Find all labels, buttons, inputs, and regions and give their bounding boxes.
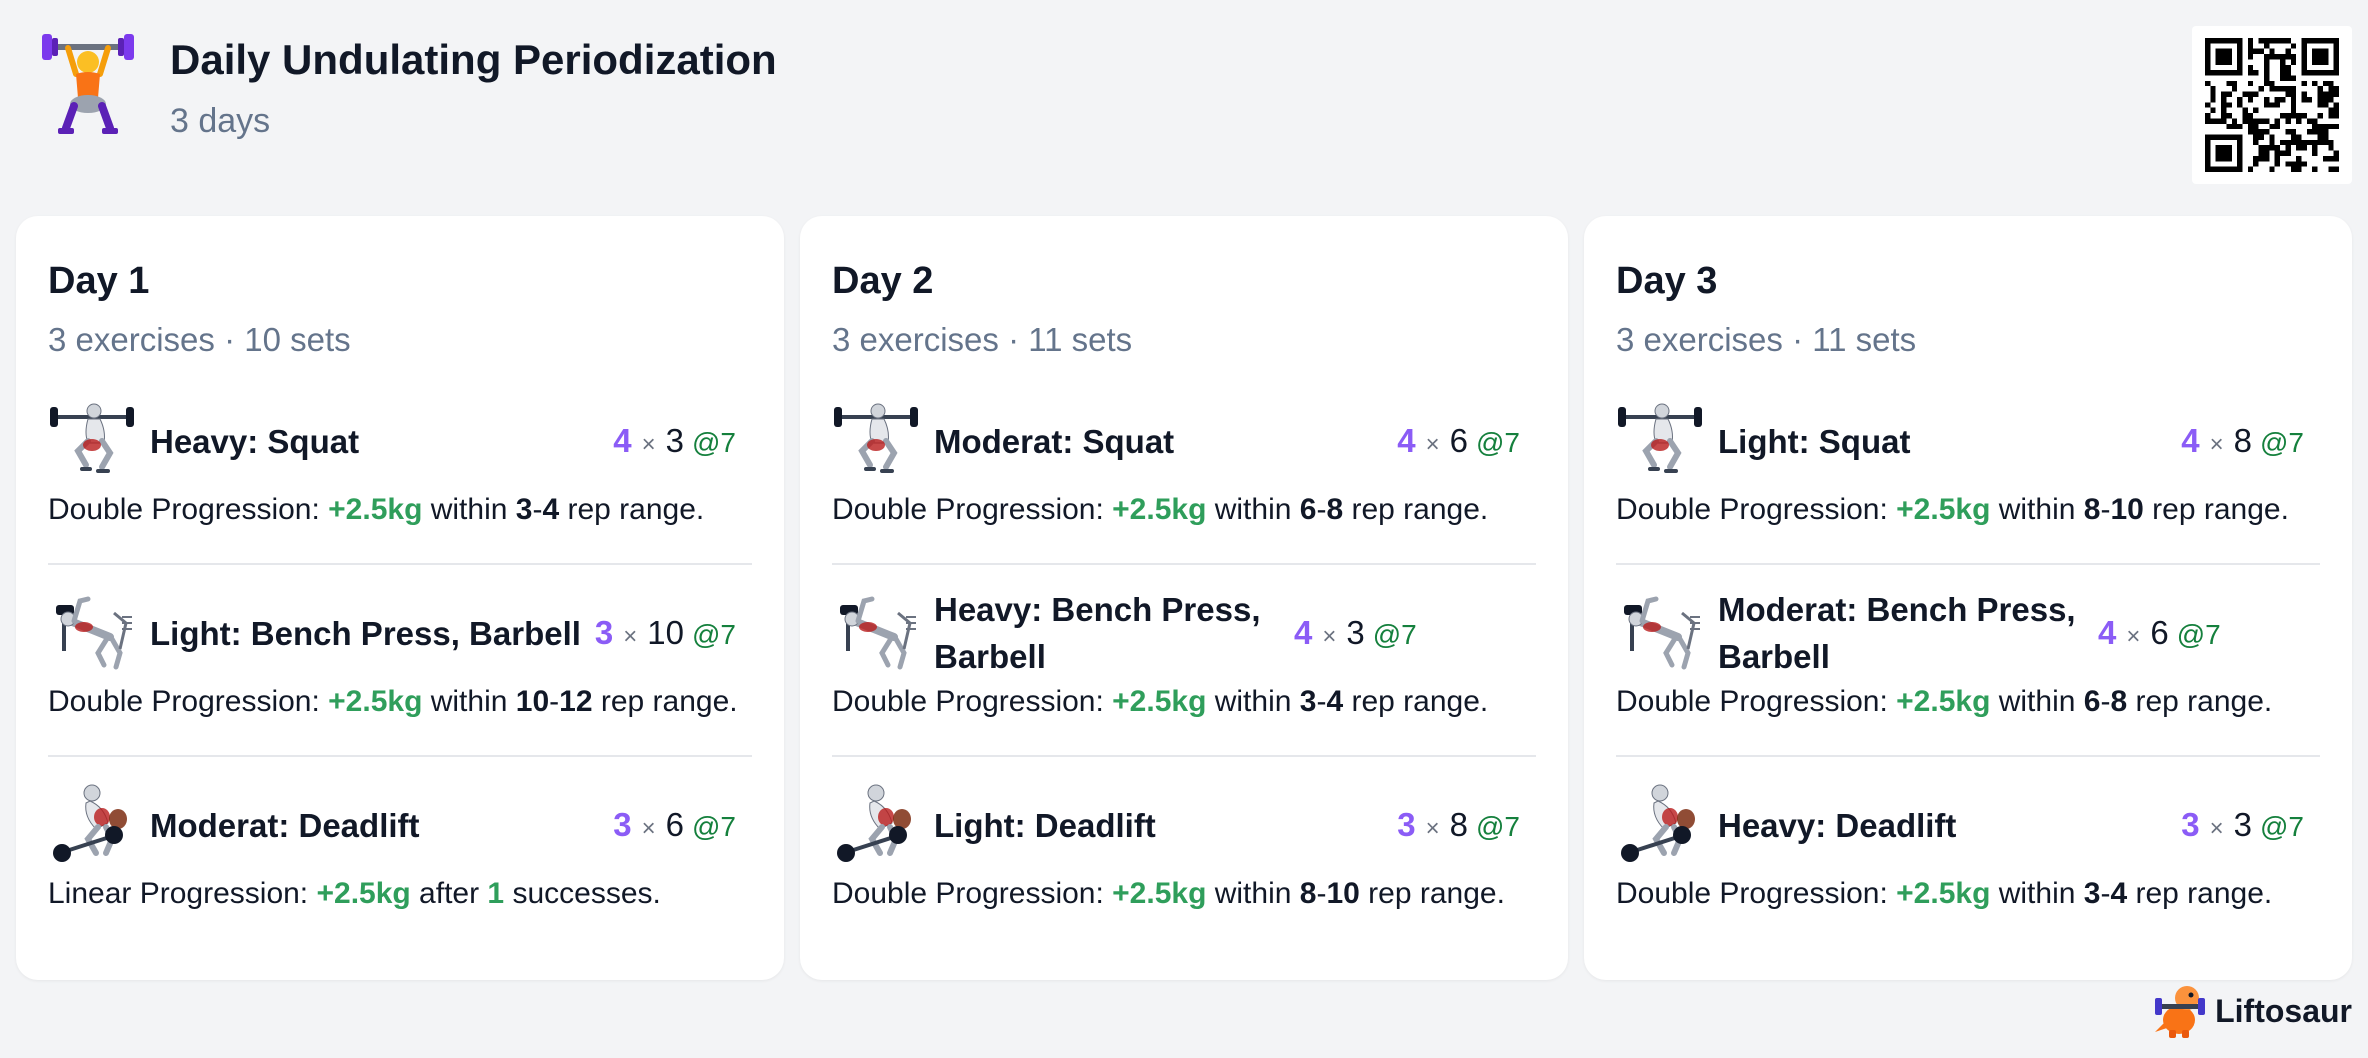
sets-reps: 4 × 6 @7 — [2098, 614, 2221, 651]
progression-text: Double Progression: +2.5kg within 6-8 re… — [1616, 685, 2273, 718]
sets-count: 4 — [2181, 422, 2200, 459]
reps-count: 3 — [2233, 806, 2252, 843]
sets-count: 4 — [2098, 614, 2117, 651]
rpe-value: @7 — [692, 619, 736, 650]
day-title: Day 1 — [48, 260, 150, 302]
bench-press-icon — [832, 591, 920, 675]
program-header: Daily Undulating Periodization 3 days — [38, 30, 777, 141]
qr-code[interactable] — [2192, 26, 2352, 184]
day-summary: 3 exercises · 11 sets — [1616, 321, 1917, 358]
day-card: Day 2 3 exercises · 11 sets Moderat: Squ… — [800, 216, 1568, 980]
exercise-item[interactable]: Light: Squat 4 × 8 @7 Double Progression: +… — [1616, 393, 2320, 563]
rpe-value: @7 — [2260, 811, 2304, 842]
exercise-name: Moderat: Squat — [934, 422, 1175, 460]
rpe-value: @7 — [692, 427, 736, 458]
squat-icon — [1616, 399, 1704, 483]
reps-count: 6 — [665, 806, 684, 843]
exercise-item[interactable]: Moderat: Bench Press, Barbell 4 × 6 @7 Doub… — [1616, 563, 2320, 755]
reps-count: 8 — [1449, 806, 1468, 843]
dinosaur-icon — [2155, 986, 2206, 1038]
rpe-value: @7 — [692, 811, 736, 842]
reps-count: 3 — [1346, 614, 1365, 651]
sets-reps: 4 × 3 @7 — [613, 422, 736, 459]
exercise-item[interactable]: Heavy: Bench Press, Barbell 4 × 3 @7 Double… — [832, 563, 1536, 755]
deadlift-icon — [1616, 783, 1704, 867]
deadlift-icon — [48, 783, 136, 867]
rpe-value: @7 — [2176, 619, 2221, 650]
reps-count: 3 — [665, 422, 684, 459]
day-summary: 3 exercises · 10 sets — [48, 321, 351, 358]
brand-logo[interactable]: Liftosaur — [2153, 982, 2352, 1040]
exercise-item[interactable]: Moderat: Squat 4 × 6 @7 Double Progression:… — [832, 393, 1536, 563]
exercise-name: Heavy: Deadlift — [1718, 806, 1957, 844]
squat-icon — [832, 399, 920, 483]
rpe-value: @7 — [1476, 427, 1520, 458]
sets-count: 3 — [613, 806, 632, 843]
progression-text: Double Progression: +2.5kg within 3-4 re… — [1616, 877, 2273, 910]
day-card: Day 1 3 exercises · 10 sets Heavy: Squat… — [16, 216, 784, 980]
sets-count: 4 — [613, 422, 632, 459]
reps-count: 8 — [2233, 422, 2252, 459]
progression-text: Linear Progression: +2.5kg after 1 succe… — [48, 877, 661, 910]
exercise-name: Light: Deadlift — [934, 806, 1156, 844]
exercise-item[interactable]: Light: Bench Press, Barbell 3 × 10 @7 Doubl… — [48, 563, 752, 755]
sets-reps: 4 × 6 @7 — [1397, 422, 1520, 459]
exercise-name: Moderat: Bench Press, Barbell — [1718, 591, 2076, 675]
exercise-item[interactable]: Heavy: Deadlift 3 × 3 @7 Double Progression… — [1616, 755, 2320, 947]
program-title: Daily Undulating Periodization — [170, 36, 777, 83]
sets-reps: 3 × 8 @7 — [1397, 806, 1520, 843]
days-container: Day 1 3 exercises · 10 sets Heavy: Squat… — [16, 216, 2352, 980]
exercise-item[interactable]: Heavy: Squat 4 × 3 @7 Double Progression: +… — [48, 393, 752, 563]
day-title: Day 3 — [1616, 260, 1718, 302]
squat-icon — [48, 399, 136, 483]
sets-reps: 4 × 8 @7 — [2181, 422, 2304, 459]
progression-text: Double Progression: +2.5kg within 8-10 r… — [1616, 493, 2289, 526]
bench-press-icon — [1616, 591, 1704, 675]
qr-code-icon — [2205, 38, 2339, 172]
sets-reps: 3 × 6 @7 — [613, 806, 736, 843]
exercise-item[interactable]: Light: Deadlift 3 × 8 @7 Double Progression… — [832, 755, 1536, 947]
rpe-value: @7 — [2260, 427, 2304, 458]
sets-reps: 3 × 3 @7 — [2181, 806, 2304, 843]
rpe-value: @7 — [1476, 811, 1520, 842]
sets-count: 4 — [1397, 422, 1416, 459]
progression-text: Double Progression: +2.5kg within 6-8 re… — [832, 493, 1489, 526]
sets-reps: 4 × 3 @7 — [1294, 614, 1417, 651]
sets-count: 3 — [2181, 806, 2200, 843]
bench-press-icon — [48, 591, 136, 675]
sets-count: 4 — [1294, 614, 1313, 651]
day-title: Day 2 — [832, 260, 934, 302]
weightlifter-icon — [42, 34, 134, 134]
exercise-name: Light: Squat — [1718, 422, 1911, 460]
sets-count: 3 — [1397, 806, 1416, 843]
progression-text: Double Progression: +2.5kg within 3-4 re… — [832, 685, 1489, 718]
exercise-name: Light: Bench Press, Barbell — [150, 614, 581, 652]
exercise-name: Heavy: Bench Press, Barbell — [934, 591, 1261, 675]
exercise-name: Moderat: Deadlift — [150, 806, 420, 844]
day-card: Day 3 3 exercises · 11 sets Light: Squat… — [1584, 216, 2352, 980]
exercise-item[interactable]: Moderat: Deadlift 3 × 6 @7 Linear Progressi… — [48, 755, 752, 947]
sets-count: 3 — [594, 614, 614, 651]
program-days-count: 3 days — [170, 102, 271, 140]
deadlift-icon — [832, 783, 920, 867]
brand-name: Liftosaur — [2215, 992, 2352, 1029]
progression-text: Double Progression: +2.5kg within 10-12 … — [48, 685, 738, 718]
sets-reps: 3 × 10 @7 — [594, 614, 736, 651]
rpe-value: @7 — [1372, 619, 1417, 650]
day-summary: 3 exercises · 11 sets — [832, 321, 1133, 358]
progression-text: Double Progression: +2.5kg within 8-10 r… — [832, 877, 1505, 910]
reps-count: 6 — [2150, 614, 2169, 651]
progression-text: Double Progression: +2.5kg within 3-4 re… — [48, 493, 705, 526]
reps-count: 6 — [1449, 422, 1468, 459]
exercise-name: Heavy: Squat — [150, 422, 360, 460]
reps-count: 10 — [647, 614, 684, 651]
